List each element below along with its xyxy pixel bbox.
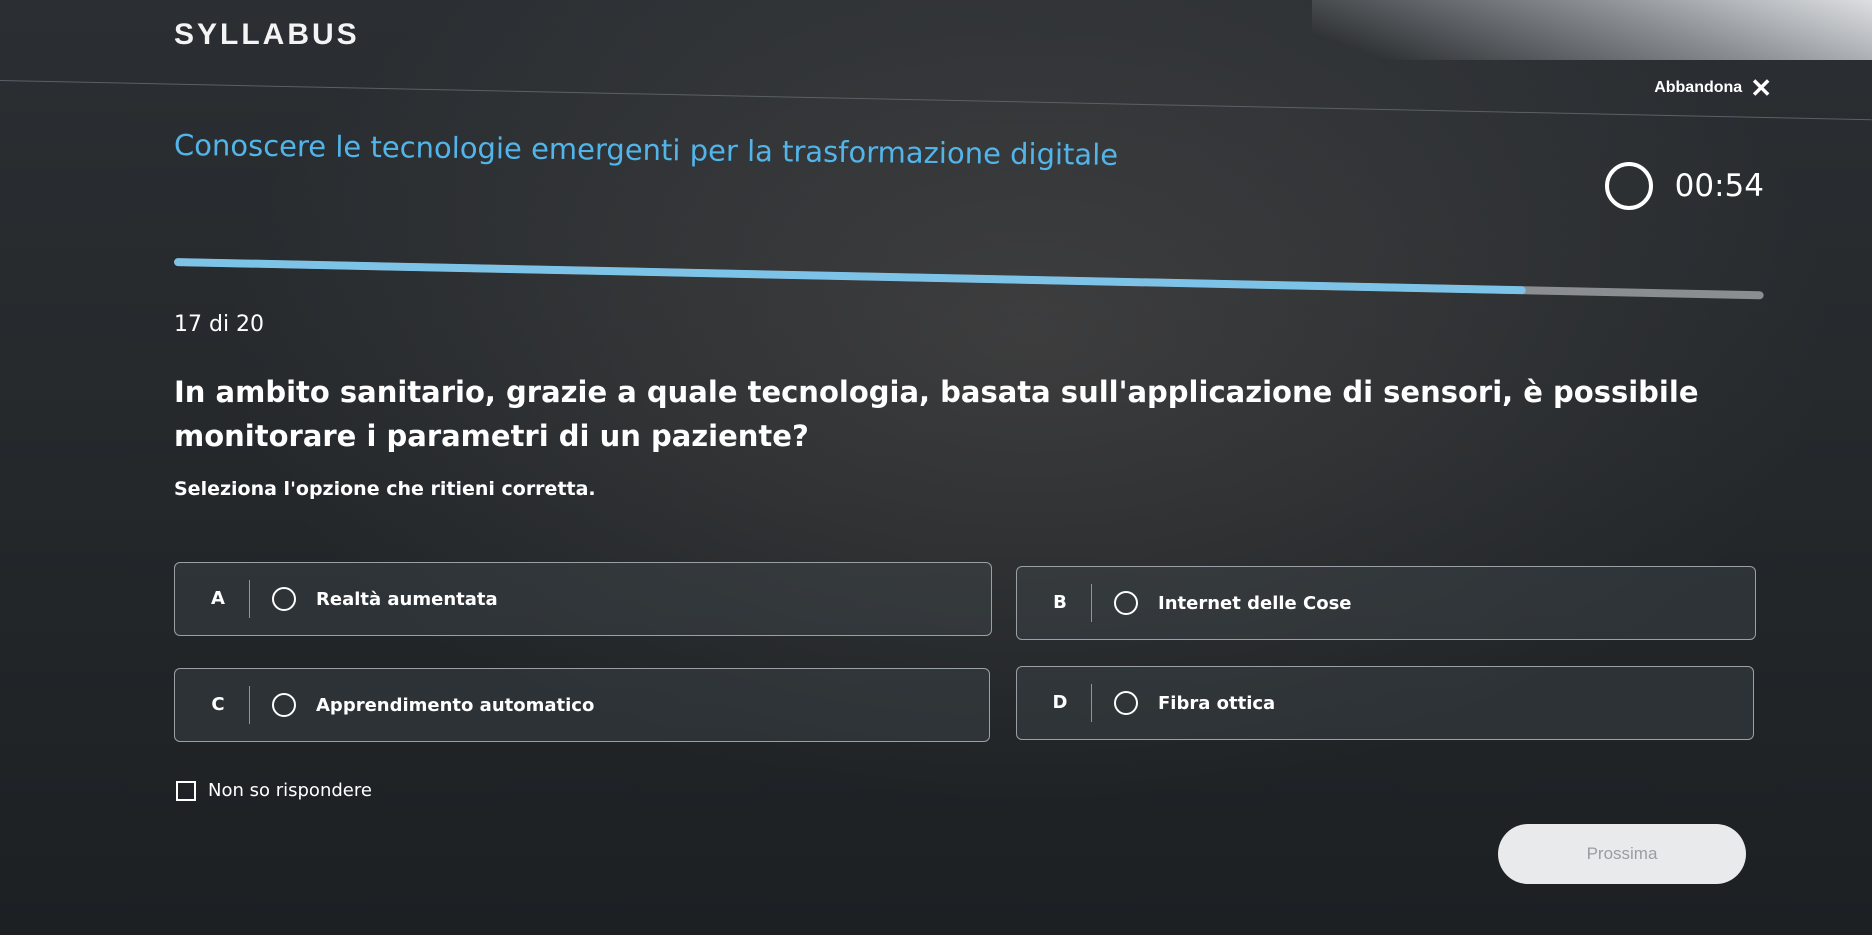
option-text: Fibra ottica [1158,692,1276,714]
quiz-screen: SYLLABUS Abbandona ✕ Conoscere le tecnol… [0,0,1872,935]
radio-circle-icon[interactable] [1114,691,1138,715]
timer: 00:54 [1604,162,1764,210]
option-d[interactable]: D Fibra ottica [1016,666,1754,740]
next-button[interactable]: Prossima [1498,824,1746,884]
option-letter: A [187,580,250,618]
option-text: Realtà aumentata [316,588,498,610]
syllabus-logo: SYLLABUS [174,18,360,51]
option-text: Apprendimento automatico [316,694,595,716]
screen-glare [1312,0,1872,60]
dont-know-label: Non so rispondere [208,780,372,801]
instruction-text: Seleziona l'opzione che ritieni corretta… [174,478,596,500]
question-counter: 17 di 20 [174,312,265,337]
abandon-button[interactable]: Abbandona ✕ [1654,73,1772,103]
option-c[interactable]: C Apprendimento automatico [174,668,990,742]
radio-circle-icon[interactable] [272,587,296,611]
course-title: Conoscere le tecnologie emergenti per la… [173,128,1119,172]
option-b[interactable]: B Internet delle Cose [1016,566,1756,640]
radio-circle-icon[interactable] [1114,591,1138,615]
option-text: Internet delle Cose [1158,592,1352,614]
dont-know-checkbox[interactable]: Non so rispondere [176,780,372,801]
header-divider [0,80,1872,121]
progress-bar-fill [173,258,1526,295]
close-icon: ✕ [1750,73,1772,103]
radio-circle-icon[interactable] [272,693,296,717]
checkbox-icon[interactable] [176,780,196,801]
timer-ring-icon [1604,162,1653,210]
abandon-label: Abbandona [1654,79,1743,96]
timer-value: 00:54 [1674,168,1764,204]
option-letter: D [1029,684,1092,722]
option-a[interactable]: A Realtà aumentata [174,562,992,636]
question-text: In ambito sanitario, grazie a quale tecn… [174,375,1699,453]
option-letter: C [187,686,250,724]
option-letter: B [1029,584,1092,622]
progress-bar [173,258,1764,300]
